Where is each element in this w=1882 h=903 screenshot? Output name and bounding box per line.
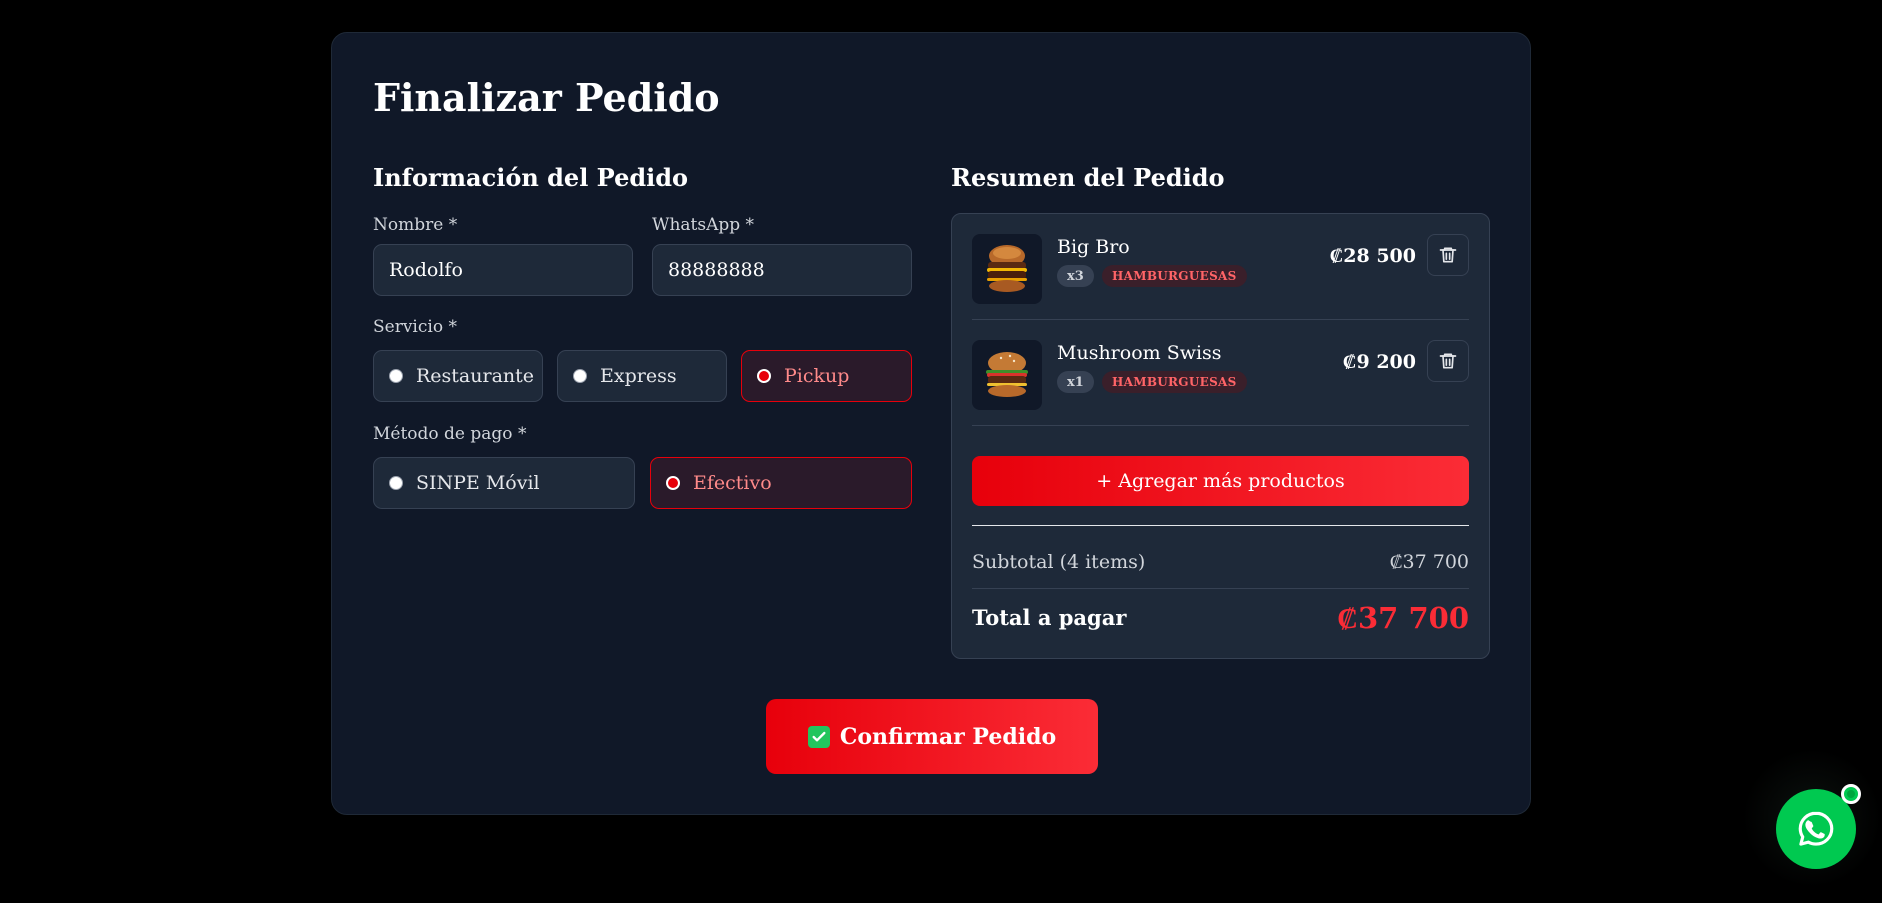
item-price: ₡28 500 bbox=[1329, 245, 1416, 267]
payment-option-sinpe[interactable]: SINPE Móvil bbox=[373, 457, 635, 509]
radio-icon bbox=[389, 369, 403, 383]
quantity-badge: x1 bbox=[1057, 371, 1094, 393]
service-option-label: Restaurante bbox=[416, 365, 535, 387]
radio-selected-icon bbox=[757, 369, 771, 383]
item-price: ₡9 200 bbox=[1342, 351, 1416, 373]
payment-label: Método de pago * bbox=[373, 424, 527, 444]
divider bbox=[972, 525, 1469, 526]
item-name: Mushroom Swiss bbox=[1057, 342, 1222, 364]
payment-option-efectivo[interactable]: Efectivo bbox=[650, 457, 912, 509]
subtotal-value: ₡37 700 bbox=[1389, 551, 1469, 573]
payment-option-label: SINPE Móvil bbox=[416, 472, 540, 494]
name-input[interactable]: Rodolfo bbox=[373, 244, 633, 296]
page-title: Finalizar Pedido bbox=[373, 75, 720, 120]
service-option-label: Express bbox=[600, 365, 677, 387]
divider bbox=[972, 588, 1469, 589]
cart-item: Big Bro x3 HAMBURGUESAS ₡28 500 bbox=[972, 214, 1469, 320]
whatsapp-label: WhatsApp * bbox=[652, 215, 755, 235]
confirm-order-label: Confirmar Pedido bbox=[839, 723, 1057, 750]
burger-image bbox=[972, 234, 1042, 304]
trash-icon bbox=[1439, 247, 1457, 263]
whatsapp-input[interactable]: 88888888 bbox=[652, 244, 912, 296]
online-status-indicator bbox=[1841, 784, 1861, 804]
service-option-pickup[interactable]: Pickup bbox=[741, 350, 912, 402]
total-value: ₡37 700 bbox=[1337, 601, 1469, 635]
service-option-express[interactable]: Express bbox=[557, 350, 727, 402]
whatsapp-icon bbox=[1798, 811, 1834, 846]
remove-item-button[interactable] bbox=[1427, 340, 1469, 382]
order-summary-title: Resumen del Pedido bbox=[951, 163, 1225, 192]
confirm-order-button[interactable]: Confirmar Pedido bbox=[766, 699, 1098, 774]
burger-image bbox=[972, 340, 1042, 410]
quantity-badge: x3 bbox=[1057, 265, 1094, 287]
service-option-label: Pickup bbox=[784, 365, 850, 387]
radio-icon bbox=[573, 369, 587, 383]
payment-option-label: Efectivo bbox=[693, 472, 772, 494]
name-label: Nombre * bbox=[373, 215, 458, 235]
item-name: Big Bro bbox=[1057, 236, 1130, 258]
checkout-card: Finalizar Pedido Información del Pedido … bbox=[331, 32, 1531, 815]
trash-icon bbox=[1439, 353, 1457, 369]
order-summary-panel: Big Bro x3 HAMBURGUESAS ₡28 500 Mushroom… bbox=[951, 213, 1490, 659]
order-info-title: Información del Pedido bbox=[373, 163, 689, 192]
category-badge: HAMBURGUESAS bbox=[1102, 371, 1247, 393]
category-badge: HAMBURGUESAS bbox=[1102, 265, 1247, 287]
radio-selected-icon bbox=[666, 476, 680, 490]
service-label: Servicio * bbox=[373, 317, 457, 337]
remove-item-button[interactable] bbox=[1427, 234, 1469, 276]
add-more-products-button[interactable]: + Agregar más productos bbox=[972, 456, 1469, 506]
service-option-restaurante[interactable]: Restaurante bbox=[373, 350, 543, 402]
radio-icon bbox=[389, 476, 403, 490]
subtotal-label: Subtotal (4 items) bbox=[972, 551, 1146, 573]
check-mark-icon bbox=[807, 725, 830, 748]
cart-item: Mushroom Swiss x1 HAMBURGUESAS ₡9 200 bbox=[972, 320, 1469, 426]
total-label: Total a pagar bbox=[972, 605, 1127, 630]
